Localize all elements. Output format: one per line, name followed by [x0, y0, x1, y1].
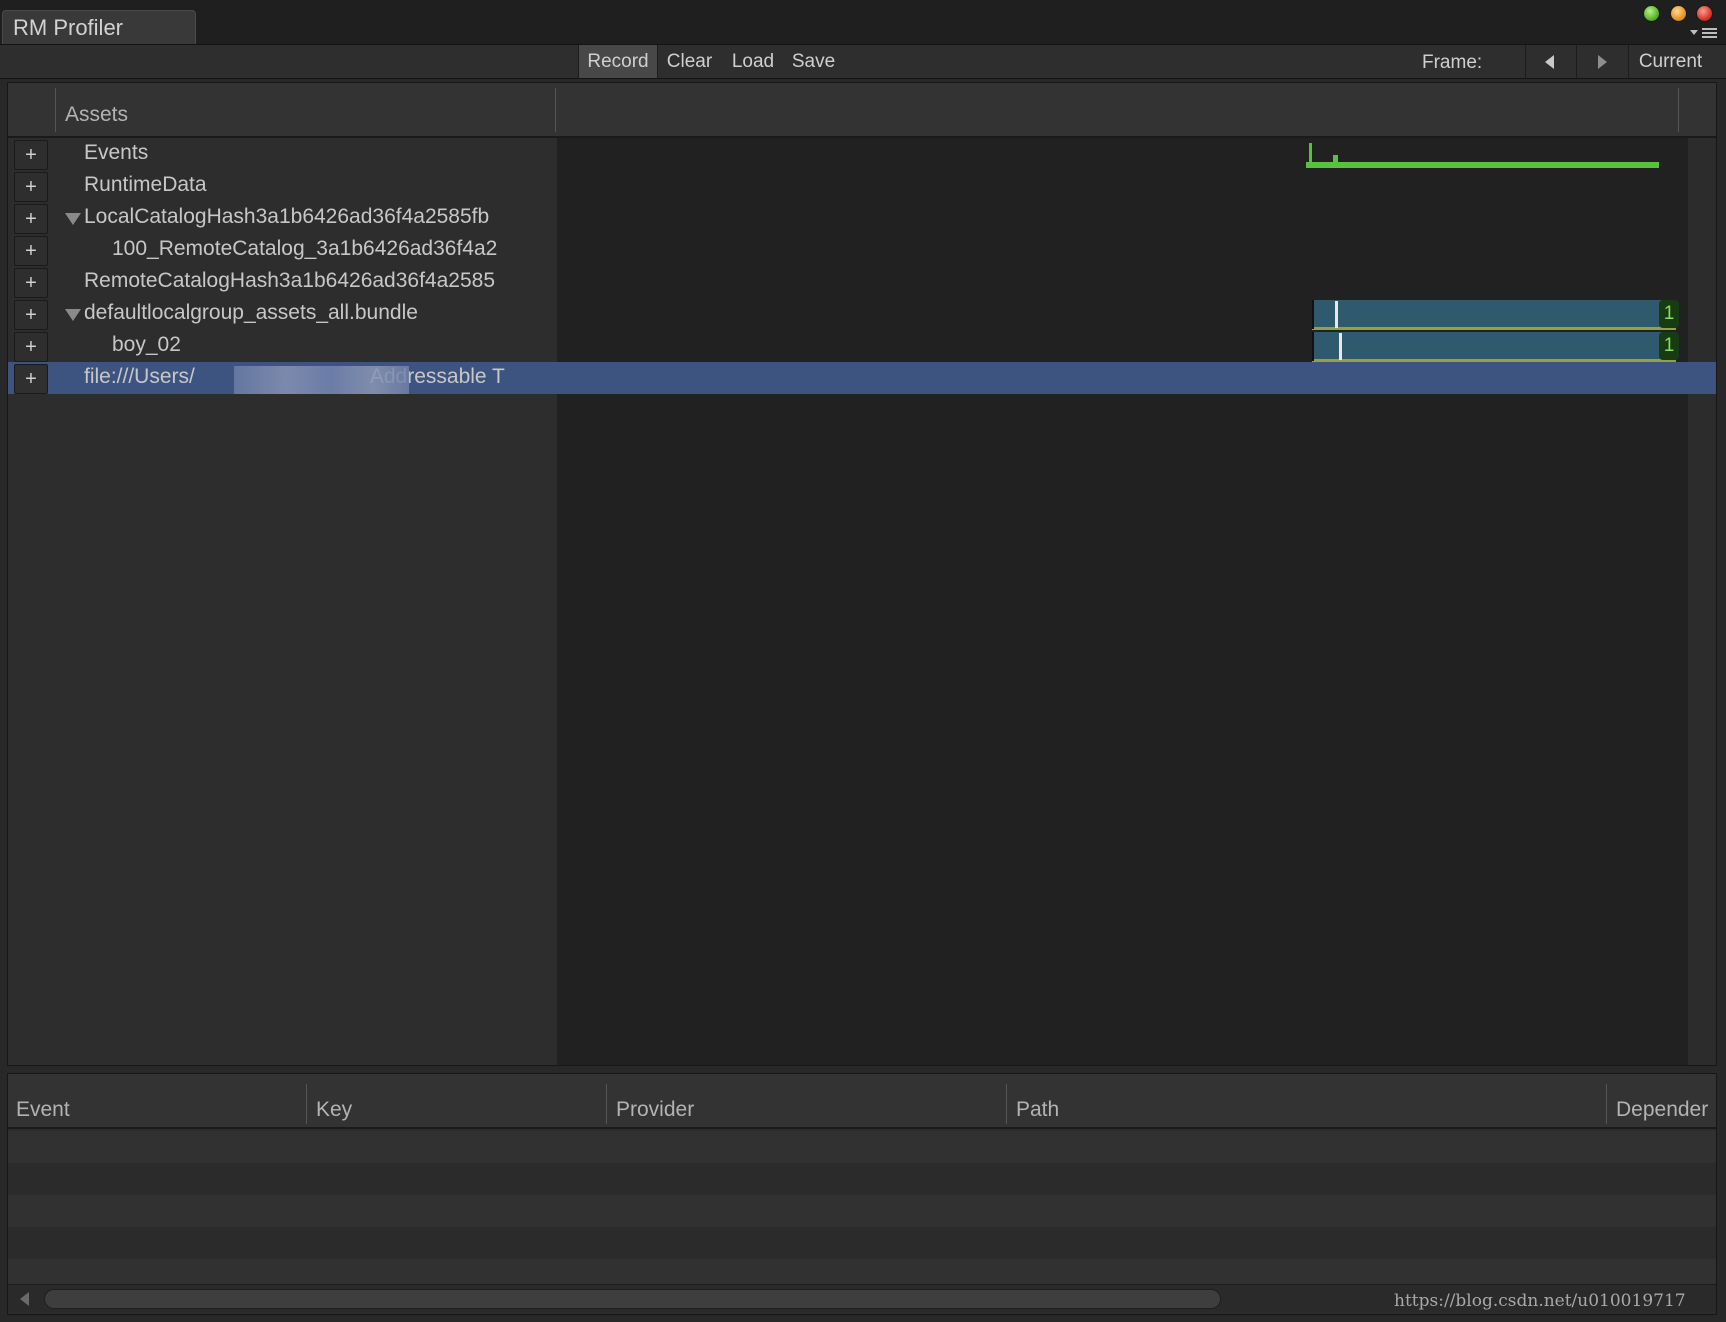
watermark: https://blog.csdn.net/u010019717: [1394, 1291, 1686, 1311]
save-button[interactable]: Save: [785, 45, 842, 78]
table-row: [8, 1163, 1716, 1195]
column-event[interactable]: Event: [16, 1098, 70, 1122]
arrow-right-icon: [1598, 55, 1607, 69]
profiler-panel: Assets + Events + RuntimeData + LocalCat…: [7, 82, 1717, 1066]
close-icon[interactable]: [1696, 5, 1713, 22]
next-frame-button[interactable]: [1576, 45, 1626, 78]
record-button[interactable]: Record: [578, 45, 658, 78]
load-button[interactable]: Load: [721, 45, 785, 78]
graph-overlay: [1306, 143, 1676, 362]
scrollbar-thumb[interactable]: [44, 1289, 1221, 1309]
window-tab[interactable]: RM Profiler: [2, 10, 196, 44]
window-menu-icon[interactable]: [1690, 26, 1722, 40]
bundle-ref-count: 1: [1659, 300, 1679, 328]
column-dependencies[interactable]: Depender: [1616, 1098, 1716, 1122]
table-row: [8, 1131, 1716, 1163]
events-table-header: Event Key Provider Path Depender: [8, 1074, 1716, 1129]
asset-lifetime-bar: [1312, 332, 1676, 362]
table-row: [8, 1259, 1716, 1284]
column-path[interactable]: Path: [1016, 1098, 1059, 1122]
scroll-left-icon[interactable]: [20, 1292, 29, 1306]
asset-ref-count: 1: [1659, 332, 1679, 360]
toolbar: Record Clear Load Save Frame: Current: [0, 44, 1726, 79]
prev-frame-button[interactable]: [1525, 45, 1575, 78]
table-row: [8, 1227, 1716, 1259]
title-bar: RM Profiler: [0, 0, 1726, 44]
table-row: [8, 1195, 1716, 1227]
bundle-lifetime-bar: [1312, 300, 1676, 330]
arrow-left-icon: [1545, 55, 1554, 69]
column-key[interactable]: Key: [316, 1098, 352, 1122]
column-provider[interactable]: Provider: [616, 1098, 694, 1122]
frame-label: Frame:: [1422, 52, 1483, 73]
maximize-icon[interactable]: [1643, 5, 1660, 22]
events-table: Event Key Provider Path Depender: [7, 1073, 1717, 1315]
events-activity-line: [1306, 143, 1659, 168]
current-frame-button[interactable]: Current: [1628, 45, 1713, 78]
clear-button[interactable]: Clear: [658, 45, 721, 78]
minimize-icon[interactable]: [1670, 5, 1687, 22]
